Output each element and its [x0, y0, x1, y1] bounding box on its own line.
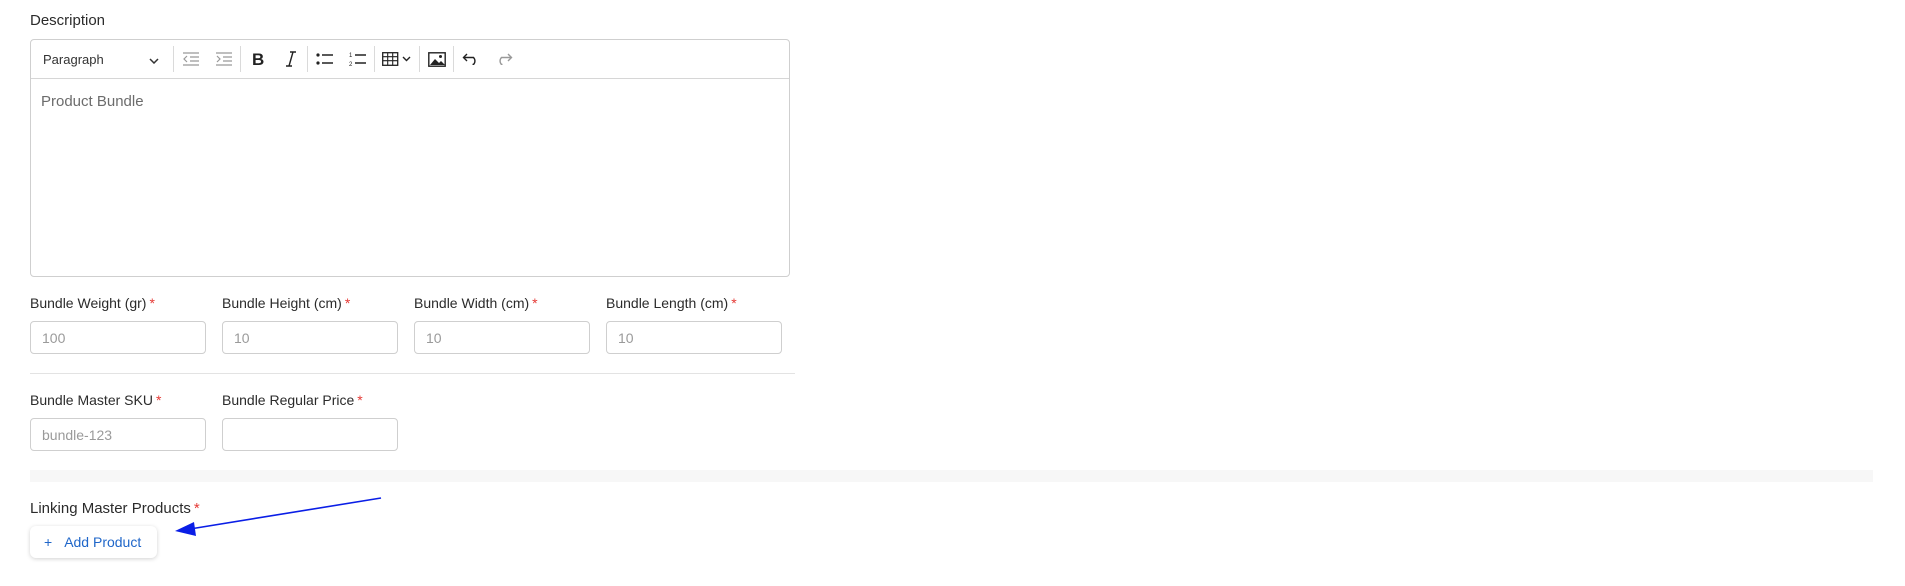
outdent-button[interactable]	[174, 40, 207, 78]
bundle-master-sku-input[interactable]	[30, 418, 206, 451]
bundle-master-sku-field: Bundle Master SKU *	[30, 392, 206, 451]
bulleted-list-button[interactable]	[308, 40, 341, 78]
bold-icon: B	[251, 51, 265, 67]
numbered-list-button[interactable]: 12	[341, 40, 374, 78]
italic-icon	[285, 51, 297, 67]
bundle-weight-field: Bundle Weight (gr) *	[30, 295, 206, 354]
chevron-down-icon	[149, 52, 159, 67]
indent-button[interactable]	[207, 40, 240, 78]
italic-button[interactable]	[274, 40, 307, 78]
bundle-weight-label: Bundle Weight (gr) *	[30, 295, 155, 311]
insert-image-button[interactable]	[420, 40, 453, 78]
paragraph-format-select[interactable]: Paragraph	[31, 40, 173, 78]
section-divider	[30, 373, 795, 374]
outdent-icon	[182, 52, 200, 66]
bundle-regular-price-input[interactable]	[222, 418, 398, 451]
svg-text:B: B	[252, 51, 264, 67]
table-icon	[382, 52, 412, 66]
section-separator-band	[30, 470, 1873, 482]
redo-button[interactable]	[487, 40, 520, 78]
bundle-weight-input[interactable]	[30, 321, 206, 354]
description-label: Description	[30, 12, 106, 29]
bundle-length-input[interactable]	[606, 321, 782, 354]
editor-toolbar: Paragraph B 1 2	[31, 40, 789, 79]
bundle-height-label: Bundle Height (cm) *	[222, 295, 351, 311]
numbered-list-icon: 12	[349, 51, 367, 67]
editor-text: Product Bundle	[41, 93, 144, 110]
bulleted-list-icon	[315, 52, 334, 66]
insert-table-button[interactable]	[375, 40, 419, 78]
image-icon	[427, 51, 446, 67]
bundle-width-field: Bundle Width (cm) *	[414, 295, 590, 354]
editor-content-area[interactable]: Product Bundle	[31, 79, 789, 276]
plus-icon: +	[44, 534, 53, 550]
svg-text:2: 2	[349, 62, 353, 67]
bold-button[interactable]: B	[241, 40, 274, 78]
undo-icon	[462, 53, 480, 65]
linking-master-products-label: Linking Master Products *	[30, 500, 200, 517]
bundle-height-field: Bundle Height (cm) *	[222, 295, 398, 354]
bundle-length-field: Bundle Length (cm) *	[606, 295, 782, 354]
bundle-length-label: Bundle Length (cm) *	[606, 295, 737, 311]
add-product-label: Add Product	[64, 534, 142, 550]
bundle-regular-price-field: Bundle Regular Price *	[222, 392, 398, 451]
add-product-button[interactable]: + Add Product	[30, 526, 158, 558]
paragraph-format-value: Paragraph	[43, 51, 104, 67]
indent-icon	[215, 52, 233, 66]
rich-text-editor: Paragraph B 1 2 Product Bundle	[30, 39, 790, 277]
bundle-width-input[interactable]	[414, 321, 590, 354]
bundle-regular-price-label: Bundle Regular Price *	[222, 392, 363, 408]
bundle-master-sku-label: Bundle Master SKU *	[30, 392, 162, 408]
bundle-width-label: Bundle Width (cm) *	[414, 295, 538, 311]
undo-button[interactable]	[454, 40, 487, 78]
svg-text:1: 1	[349, 53, 353, 59]
bundle-height-input[interactable]	[222, 321, 398, 354]
redo-icon	[495, 53, 513, 65]
